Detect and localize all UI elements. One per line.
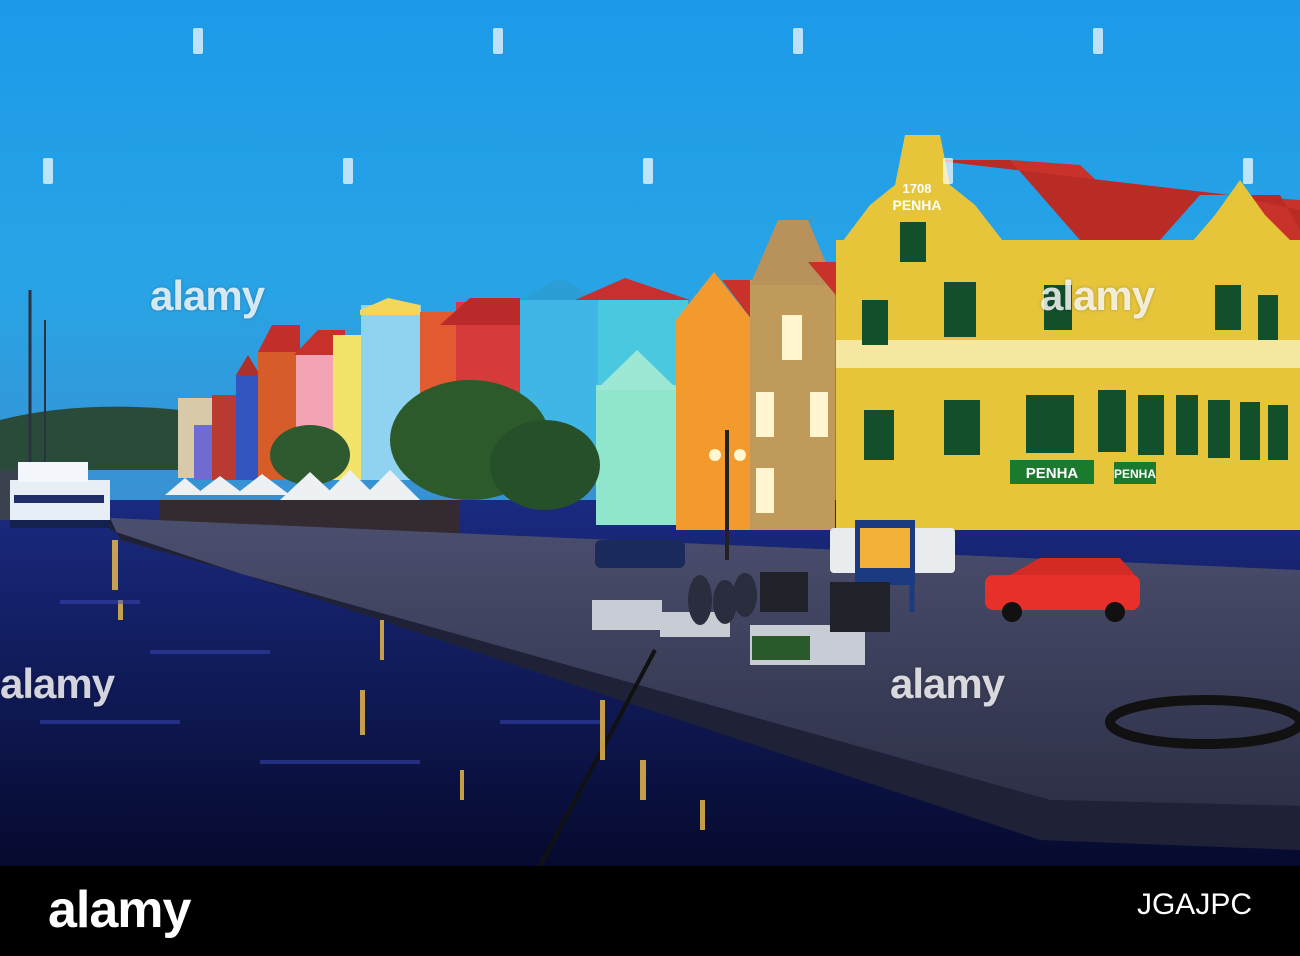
watermark: alamy xyxy=(1040,272,1155,319)
facade-name: PENHA xyxy=(892,197,941,213)
waterfront-scene: 1708 PENHA PENHA PENHA xyxy=(0,0,1300,866)
watermark: alamy xyxy=(0,660,115,707)
facade-year: 1708 xyxy=(903,181,932,196)
stock-photo: 1708 PENHA PENHA PENHA alamy alamy alamy… xyxy=(0,0,1300,956)
watermark-mark xyxy=(943,158,953,184)
store-sign-left: PENHA xyxy=(1026,465,1079,482)
watermark-mark xyxy=(793,28,803,54)
store-sign-right: PENHA xyxy=(1114,467,1156,481)
watermark-mark xyxy=(1243,158,1253,184)
watermark-mark xyxy=(43,158,53,184)
orange-building xyxy=(676,320,752,530)
distant-hill xyxy=(0,406,180,470)
planter xyxy=(752,636,810,660)
watermark-mark xyxy=(343,158,353,184)
image-id: JGAJPC xyxy=(1136,888,1252,921)
watermark-mark xyxy=(643,158,653,184)
watermark-mark xyxy=(1093,28,1103,54)
blue-car xyxy=(595,540,685,568)
watermark: alamy xyxy=(150,272,265,319)
watermark-mark xyxy=(193,28,203,54)
penha-building: 1708 PENHA PENHA PENHA xyxy=(836,135,1300,530)
watermark: alamy xyxy=(890,660,1005,707)
alamy-logo: alamy xyxy=(48,881,191,939)
footer-bar xyxy=(0,866,1300,956)
watermark-mark xyxy=(493,28,503,54)
